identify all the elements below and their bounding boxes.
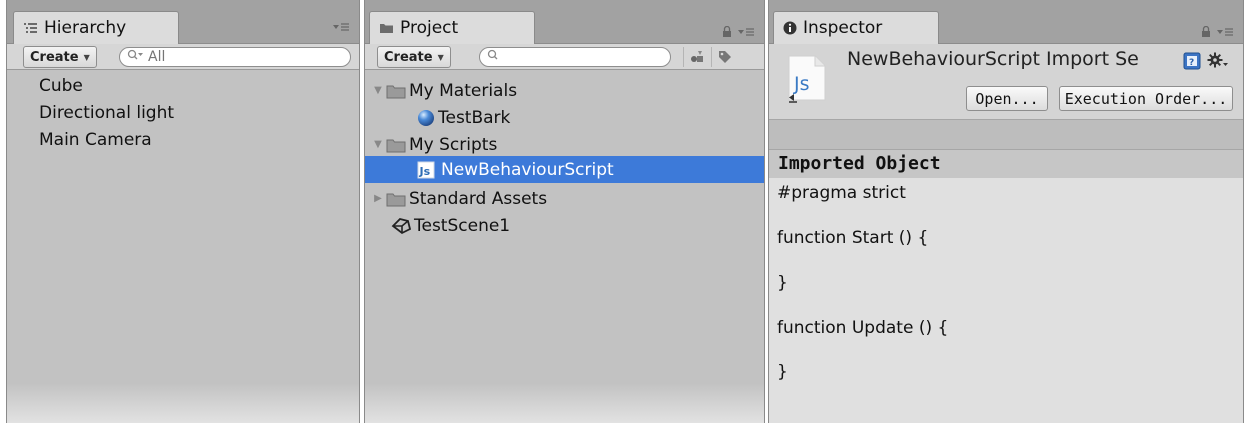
project-item-testbark[interactable]: TestBark [365, 104, 764, 131]
project-tabbar: Project [365, 0, 764, 44]
help-book-icon[interactable]: ? [1183, 52, 1201, 74]
project-search-input[interactable] [503, 49, 650, 65]
folder-icon [386, 191, 406, 207]
project-create-label: Create [384, 49, 433, 65]
asset-title: NewBehaviourScript Import Se [847, 48, 1139, 70]
execution-order-button[interactable]: Execution Order... [1059, 86, 1233, 111]
project-item-label: Standard Assets [409, 188, 548, 209]
tab-hierarchy[interactable]: Hierarchy [13, 11, 179, 44]
material-sphere-icon [417, 109, 435, 127]
project-item-testscene1[interactable]: TestScene1 [365, 212, 764, 239]
project-item-label: My Scripts [409, 134, 498, 155]
hierarchy-item-cube[interactable]: Cube [39, 73, 83, 100]
search-icon [127, 49, 145, 65]
imported-object-header: Imported Object [769, 150, 1243, 178]
hierarchy-tabbar: Hierarchy [7, 0, 359, 44]
project-folder-my-materials[interactable]: ▼ My Materials [365, 77, 764, 104]
tab-hierarchy-label: Hierarchy [44, 18, 127, 38]
lock-icon[interactable] [1201, 22, 1211, 41]
project-item-newbehaviourscript[interactable]: Js NewBehaviourScript [365, 156, 764, 183]
svg-text:Js: Js [793, 73, 810, 95]
hierarchy-item-directional-light[interactable]: Directional light [39, 100, 174, 127]
hierarchy-list: Cube Directional light Main Camera [7, 71, 359, 423]
tab-inspector[interactable]: Inspector [773, 11, 939, 44]
project-item-label: My Materials [409, 80, 518, 101]
project-folder-standard-assets[interactable]: ▶ Standard Assets [365, 185, 764, 212]
code-line: } [777, 273, 788, 293]
code-line: function Update () { [777, 318, 949, 338]
script-preview: #pragma strict function Start () { } fun… [769, 178, 1243, 423]
info-icon [783, 21, 797, 35]
project-folder-my-scripts[interactable]: ▼ My Scripts [365, 131, 764, 158]
expand-arrow-icon[interactable]: ▼ [371, 84, 385, 98]
chevron-down-icon: ▼ [83, 52, 90, 62]
js-file-large-icon: Js [785, 54, 829, 108]
project-search[interactable] [479, 47, 671, 67]
project-tab-menu-icon[interactable] [738, 22, 754, 41]
hierarchy-list-icon [23, 22, 38, 34]
unity-scene-icon [391, 217, 411, 235]
hierarchy-panel: Hierarchy Create ▼ Cube Directional ligh… [6, 0, 360, 423]
expand-arrow-icon[interactable]: ▼ [371, 138, 385, 152]
project-tab-controls [722, 22, 754, 41]
tab-project-label: Project [400, 18, 459, 38]
hierarchy-create-label: Create [30, 49, 79, 65]
project-toolbar: Create ▼ [365, 44, 764, 70]
project-item-label: TestBark [438, 107, 511, 128]
project-panel: Project Create ▼ ▼ My Materials TestBark… [364, 0, 765, 423]
folder-icon [386, 83, 406, 99]
inspector-separator-bar [769, 119, 1243, 150]
open-button[interactable]: Open... [966, 86, 1048, 111]
hierarchy-create-button[interactable]: Create ▼ [23, 46, 97, 68]
hierarchy-toolbar: Create ▼ [7, 44, 359, 70]
chevron-down-icon: ▼ [437, 52, 444, 62]
js-script-icon: Js [417, 161, 435, 179]
svg-text:Js: Js [419, 165, 431, 178]
inspector-tabbar: Inspector [769, 0, 1243, 44]
code-line: #pragma strict [777, 183, 906, 203]
project-tree: ▼ My Materials TestBark ▼ My Scripts Js … [365, 71, 764, 423]
project-create-button[interactable]: Create ▼ [377, 46, 451, 68]
hierarchy-search[interactable] [119, 47, 351, 67]
code-line: } [777, 362, 788, 382]
code-line: function Start () { [777, 228, 929, 248]
svg-text:?: ? [1189, 58, 1194, 68]
hierarchy-search-input[interactable] [148, 49, 327, 65]
hierarchy-item-main-camera[interactable]: Main Camera [39, 127, 152, 154]
inspector-header: Js NewBehaviourScript Import Se ? Open..… [769, 44, 1243, 119]
filter-by-label-icon[interactable] [711, 47, 737, 67]
inspector-tab-menu-icon[interactable] [1217, 22, 1233, 41]
tab-inspector-label: Inspector [803, 18, 883, 38]
search-icon [487, 49, 500, 65]
inspector-tab-controls [1201, 22, 1233, 41]
folder-icon [379, 22, 394, 34]
project-item-label: NewBehaviourScript [441, 159, 614, 180]
folder-icon [386, 137, 406, 153]
gear-icon[interactable] [1207, 52, 1229, 74]
tab-project[interactable]: Project [369, 11, 535, 44]
lock-icon[interactable] [722, 22, 732, 41]
hierarchy-tab-menu-icon[interactable] [333, 22, 349, 32]
collapse-arrow-icon[interactable]: ▶ [371, 192, 385, 206]
filter-by-type-icon[interactable] [683, 47, 709, 67]
inspector-panel: Inspector Js NewBehaviourScript Import S… [768, 0, 1244, 423]
project-item-label: TestScene1 [414, 215, 511, 236]
